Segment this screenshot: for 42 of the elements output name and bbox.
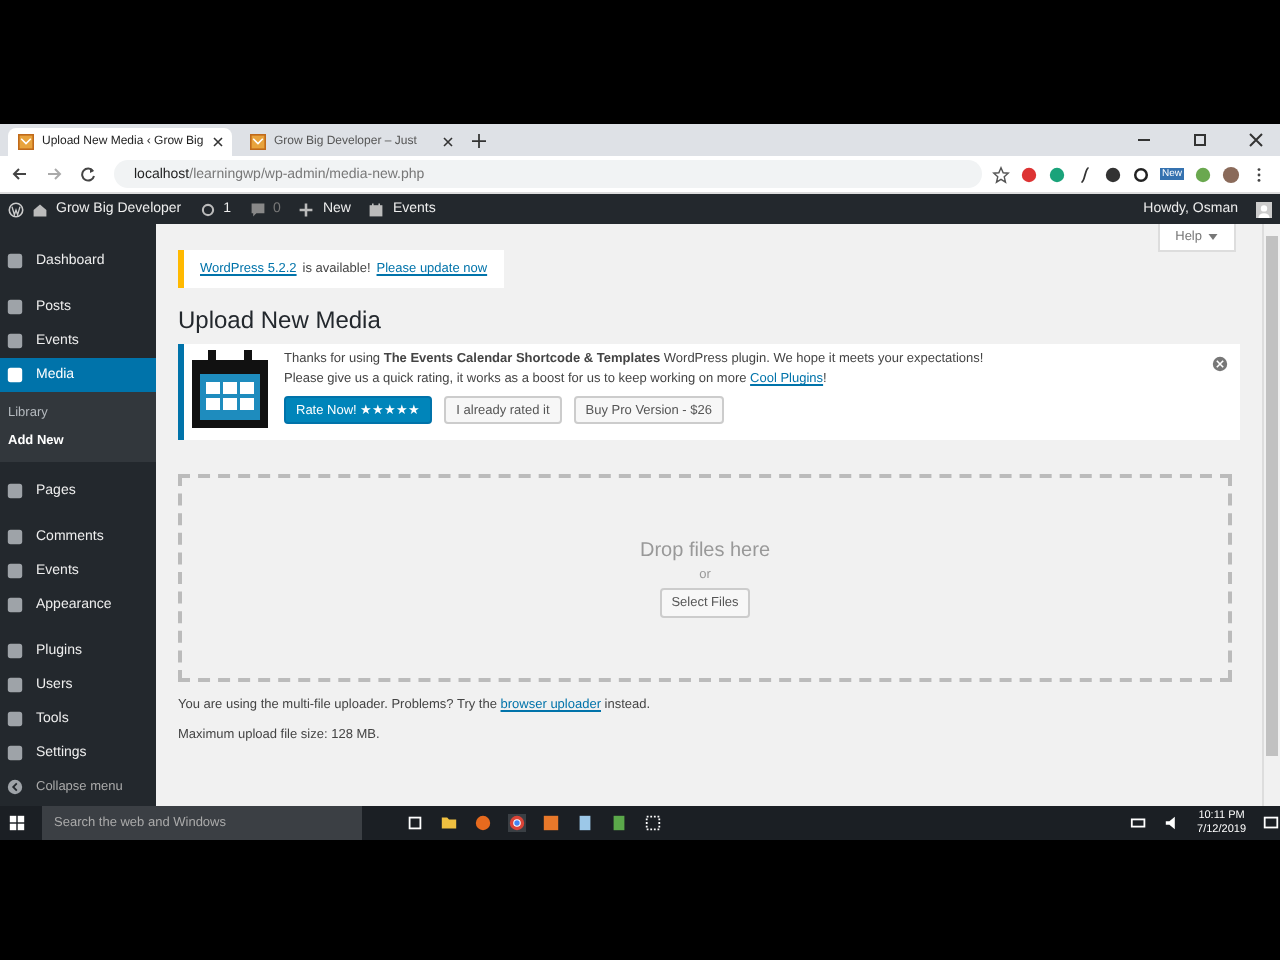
square-icon — [6, 482, 24, 500]
page-title: Upload New Media — [178, 306, 383, 334]
dismiss-icon[interactable] — [1212, 356, 1228, 372]
new-tab-icon[interactable] — [472, 133, 486, 147]
square-icon — [6, 710, 24, 728]
favicon-icon — [250, 134, 266, 150]
back-arrow-icon[interactable] — [12, 166, 28, 182]
house-icon — [32, 201, 48, 217]
circle-arrow-icon — [6, 778, 24, 796]
star-icon[interactable] — [991, 165, 1010, 183]
close-icon[interactable] — [211, 136, 224, 148]
drop-heading: Drop files here — [639, 539, 771, 561]
square-icon — [6, 252, 24, 270]
scrollbar[interactable] — [1262, 224, 1280, 806]
battery-icon[interactable] — [1129, 814, 1148, 832]
calendar-icon — [368, 201, 385, 217]
close-icon[interactable] — [1248, 132, 1264, 148]
square-icon — [6, 528, 24, 546]
windows-logo-icon[interactable] — [8, 814, 26, 832]
square-icon — [6, 366, 24, 384]
plus-icon — [298, 201, 315, 217]
square-icon — [6, 562, 24, 580]
speech-bubble-icon — [249, 201, 266, 217]
app-icon[interactable] — [542, 814, 560, 832]
chrome-icon[interactable] — [508, 814, 526, 832]
square-icon — [6, 744, 24, 762]
user-avatar-icon[interactable] — [1256, 201, 1272, 217]
caret-icon — [1208, 234, 1218, 240]
avatar-icon[interactable] — [1222, 165, 1240, 183]
square-icon — [6, 298, 24, 316]
square-icon — [6, 676, 24, 694]
favicon-icon — [18, 134, 34, 150]
square-icon — [6, 642, 24, 660]
calendar-icon — [190, 350, 270, 430]
wordpress-logo-icon[interactable] — [8, 201, 24, 217]
folder-icon[interactable] — [440, 814, 458, 832]
maximize-icon[interactable] — [1192, 132, 1208, 148]
square-icon — [6, 596, 24, 614]
square-icon — [6, 332, 24, 350]
task-view-icon[interactable] — [406, 814, 424, 832]
close-icon[interactable] — [442, 136, 454, 148]
reload-icon[interactable] — [80, 166, 96, 182]
